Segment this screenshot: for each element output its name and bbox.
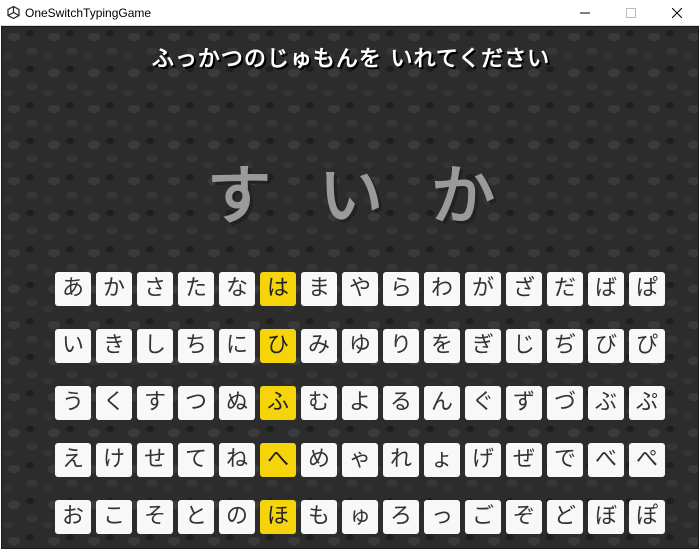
kana-key[interactable]: ふ <box>260 386 296 420</box>
kana-key[interactable]: ょ <box>424 443 460 477</box>
kana-key[interactable]: る <box>383 386 419 420</box>
kana-key[interactable]: び <box>588 329 624 363</box>
kana-key[interactable]: ぺ <box>629 443 665 477</box>
kana-key[interactable]: ぐ <box>465 386 501 420</box>
kana-key[interactable]: を <box>424 329 460 363</box>
answer-display: すいか <box>207 160 543 234</box>
kana-key[interactable]: ず <box>506 386 542 420</box>
kana-key[interactable]: す <box>137 386 173 420</box>
window-title: OneSwitchTypingGame <box>25 5 152 20</box>
kana-key[interactable]: ね <box>219 443 255 477</box>
kana-key[interactable]: み <box>301 329 337 363</box>
kana-key[interactable]: え <box>55 443 91 477</box>
kana-key[interactable]: べ <box>588 443 624 477</box>
kana-key[interactable]: こ <box>96 500 132 534</box>
kana-key[interactable]: ぎ <box>465 329 501 363</box>
kana-key[interactable]: り <box>383 329 419 363</box>
kana-key[interactable]: の <box>219 500 255 534</box>
maximize-icon <box>626 8 636 18</box>
kana-key[interactable]: ぜ <box>506 443 542 477</box>
close-icon <box>672 8 682 18</box>
kana-key[interactable]: ま <box>301 272 337 306</box>
kana-key[interactable]: は <box>260 272 296 306</box>
kana-key[interactable]: も <box>301 500 337 534</box>
kana-key[interactable]: ぢ <box>547 329 583 363</box>
kana-key[interactable]: ほ <box>260 500 296 534</box>
kana-key[interactable]: か <box>96 272 132 306</box>
kana-key[interactable]: っ <box>424 500 460 534</box>
kana-keyboard: あかさたなはまやらわがざだばぱいきしちにひみゆりをぎじぢびぴうくすつぬふむよるん… <box>55 272 675 534</box>
kana-key[interactable]: ど <box>547 500 583 534</box>
maximize-button[interactable] <box>608 0 654 26</box>
kana-key[interactable]: ろ <box>383 500 419 534</box>
instruction-text: ふっかつのじゅもんを いれてください <box>151 47 551 72</box>
kana-key[interactable]: ば <box>588 272 624 306</box>
kana-key[interactable]: じ <box>506 329 542 363</box>
kana-key[interactable]: ひ <box>260 329 296 363</box>
kana-row: うくすつぬふむよるんぐずづぶぷ <box>55 386 675 420</box>
kana-key[interactable]: し <box>137 329 173 363</box>
kana-key[interactable]: ゅ <box>342 500 378 534</box>
kana-key[interactable]: い <box>55 329 91 363</box>
kana-key[interactable]: が <box>465 272 501 306</box>
kana-key[interactable]: ご <box>465 500 501 534</box>
game-viewport: ふっかつのじゅもんを いれてください すいか あかさたなはまやらわがざだばぱいき… <box>1 26 699 549</box>
kana-key[interactable]: た <box>178 272 214 306</box>
kana-key[interactable]: ぼ <box>588 500 624 534</box>
kana-key[interactable]: れ <box>383 443 419 477</box>
kana-key[interactable]: づ <box>547 386 583 420</box>
kana-key[interactable]: て <box>178 443 214 477</box>
kana-key[interactable]: わ <box>424 272 460 306</box>
kana-key[interactable]: あ <box>55 272 91 306</box>
kana-key[interactable]: ぱ <box>629 272 665 306</box>
kana-key[interactable]: け <box>96 443 132 477</box>
kana-key[interactable]: ゆ <box>342 329 378 363</box>
kana-key[interactable]: だ <box>547 272 583 306</box>
kana-key[interactable]: め <box>301 443 337 477</box>
kana-key[interactable]: ち <box>178 329 214 363</box>
kana-key[interactable]: ん <box>424 386 460 420</box>
kana-key[interactable]: に <box>219 329 255 363</box>
kana-key[interactable]: ゃ <box>342 443 378 477</box>
kana-key[interactable]: で <box>547 443 583 477</box>
minimize-button[interactable] <box>562 0 608 26</box>
kana-key[interactable]: ぷ <box>629 386 665 420</box>
window-titlebar: OneSwitchTypingGame <box>0 0 700 26</box>
kana-key[interactable]: ぶ <box>588 386 624 420</box>
kana-key[interactable]: せ <box>137 443 173 477</box>
kana-key[interactable]: そ <box>137 500 173 534</box>
kana-key[interactable]: ら <box>383 272 419 306</box>
kana-key[interactable]: と <box>178 500 214 534</box>
kana-row: えけせてねへめゃれょげぜでべぺ <box>55 443 675 477</box>
kana-key[interactable]: む <box>301 386 337 420</box>
window-controls <box>562 0 700 26</box>
minimize-icon <box>580 12 590 14</box>
kana-key[interactable]: お <box>55 500 91 534</box>
kana-row: いきしちにひみゆりをぎじぢびぴ <box>55 329 675 363</box>
kana-key[interactable]: く <box>96 386 132 420</box>
close-button[interactable] <box>654 0 700 26</box>
kana-key[interactable]: ぽ <box>629 500 665 534</box>
kana-key[interactable]: う <box>55 386 91 420</box>
unity-icon <box>6 6 20 20</box>
kana-key[interactable]: つ <box>178 386 214 420</box>
kana-row: あかさたなはまやらわがざだばぱ <box>55 272 675 306</box>
kana-key[interactable]: や <box>342 272 378 306</box>
kana-key[interactable]: へ <box>260 443 296 477</box>
kana-key[interactable]: ぞ <box>506 500 542 534</box>
kana-key[interactable]: ぬ <box>219 386 255 420</box>
kana-row: おこそとのほもゅろっごぞどぼぽ <box>55 500 675 534</box>
kana-key[interactable]: き <box>96 329 132 363</box>
kana-key[interactable]: げ <box>465 443 501 477</box>
kana-key[interactable]: ぴ <box>629 329 665 363</box>
kana-key[interactable]: ざ <box>506 272 542 306</box>
kana-key[interactable]: よ <box>342 386 378 420</box>
kana-key[interactable]: さ <box>137 272 173 306</box>
kana-key[interactable]: な <box>219 272 255 306</box>
